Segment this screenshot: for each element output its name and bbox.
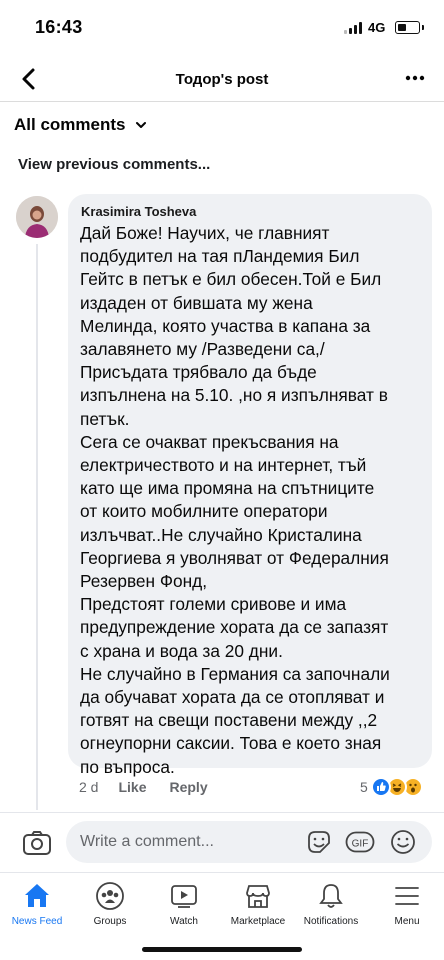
comment-line: електричеството и на интернет, тъй [80,455,367,476]
comment-input-placeholder[interactable]: Write a comment... [80,833,214,851]
camera-icon[interactable] [22,830,52,856]
groups-icon [96,882,124,910]
svg-text:GIF: GIF [352,839,369,850]
comment-line: огнеупорни саксии. Това е което зная [80,733,382,754]
thread-line [36,244,38,810]
comment-line: залавянето му /Разведени са,/ [80,339,325,360]
emoji-icon[interactable] [390,829,416,855]
avatar[interactable] [16,196,58,238]
more-options-icon[interactable] [403,68,427,88]
comment-filter-dropdown[interactable]: All comments [14,113,147,137]
comment-line: подбудител на тая пЛандемия Бил [80,246,360,267]
reaction-count: 5 [360,779,368,795]
bottom-navigation: News Feed Groups Watch Marketplace Notif… [0,872,444,960]
nav-item-watch[interactable]: Watch [145,881,223,935]
reply-button[interactable]: Reply [169,779,207,795]
watch-icon [171,885,197,908]
comment-line: Резервен Фонд, [80,571,208,592]
like-icon [370,777,391,797]
nav-item-menu[interactable]: Menu [368,881,444,935]
comment-bubble: Krasimira Tosheva Дай Боже! Научих, че г… [68,194,432,777]
comment-author[interactable]: Krasimira Tosheva [81,204,420,219]
chevron-down-icon [136,122,147,128]
comment-line: издаден от бившата му жена [80,292,313,313]
home-icon [25,884,49,907]
comment-actions: 2 d Like Reply [79,778,208,796]
nav-item-news-feed[interactable]: News Feed [0,881,76,935]
comment-line: Присъдата трябвало да бъде [80,362,317,383]
status-time: 16:43 [35,17,83,37]
page-title: Тодор's post [175,71,269,88]
comment-filter-label: All comments [14,115,126,134]
home-indicator [142,947,302,952]
comment-line: излъчват..Не случайно Кристалина [80,524,362,545]
comment-line: изпълнена на 5.10. ,но я изпълняват в [80,385,388,406]
comment-line: Предстоят големи сривове и има [80,594,347,615]
nav-item-groups[interactable]: Groups [71,881,149,935]
comment-line: предупреждение хората да се запазят [80,617,389,638]
nav-label: Marketplace [230,916,286,927]
comment-line: петък. [80,408,130,429]
comment-line: Дай Боже! Научих, че главният [80,223,330,243]
gif-icon[interactable]: GIF [345,831,375,853]
comment-line: с храна и вода за 20 дни. [80,640,283,661]
bell-icon [319,884,343,908]
comment-line: да обучават хората да се отопляват и [80,687,385,708]
signal-icon [344,22,364,34]
nav-item-notifications[interactable]: Notifications [292,881,370,935]
nav-label: News Feed [11,916,63,927]
comment-text: Дай Боже! Научих, че главният подбудител… [80,222,420,779]
nav-label: Watch [170,916,198,927]
comment-line: Гейтс в петък е бил обесен.Той е Бил [80,269,382,290]
status-bar: 16:43 4G [0,0,444,56]
comment-line: готвят на свещи поставени между ,,2 [80,710,378,731]
comment-line: Не случайно в Германия са започнали [80,663,390,684]
reactions-summary[interactable]: 5 [360,776,423,798]
sticker-icon[interactable] [306,829,332,855]
comment-line: от които мобилните оператори [80,501,328,522]
nav-item-marketplace[interactable]: Marketplace [219,881,297,935]
post-header: Тодор's post [0,56,444,102]
like-button[interactable]: Like [118,779,146,795]
comment-timestamp[interactable]: 2 d [79,779,98,795]
comment-line: Георгиева я уволняват от Федералния [80,547,389,568]
network-type: 4G [368,20,386,35]
marketplace-icon [246,885,270,908]
menu-icon [395,887,419,905]
nav-label: Menu [394,916,420,927]
comment-line: като ще има промяна на спътниците [80,478,375,499]
nav-label: Notifications [303,916,359,927]
battery-icon [395,21,424,34]
nav-label: Groups [93,916,127,927]
comment-composer: Write a comment... GIF [0,812,444,870]
comment-line: Сега се очакват прекъсвания на [80,431,339,452]
view-previous-comments-link[interactable]: View previous comments... [18,156,210,173]
comment-line: Мелинда, която участва в капана за [80,315,371,336]
